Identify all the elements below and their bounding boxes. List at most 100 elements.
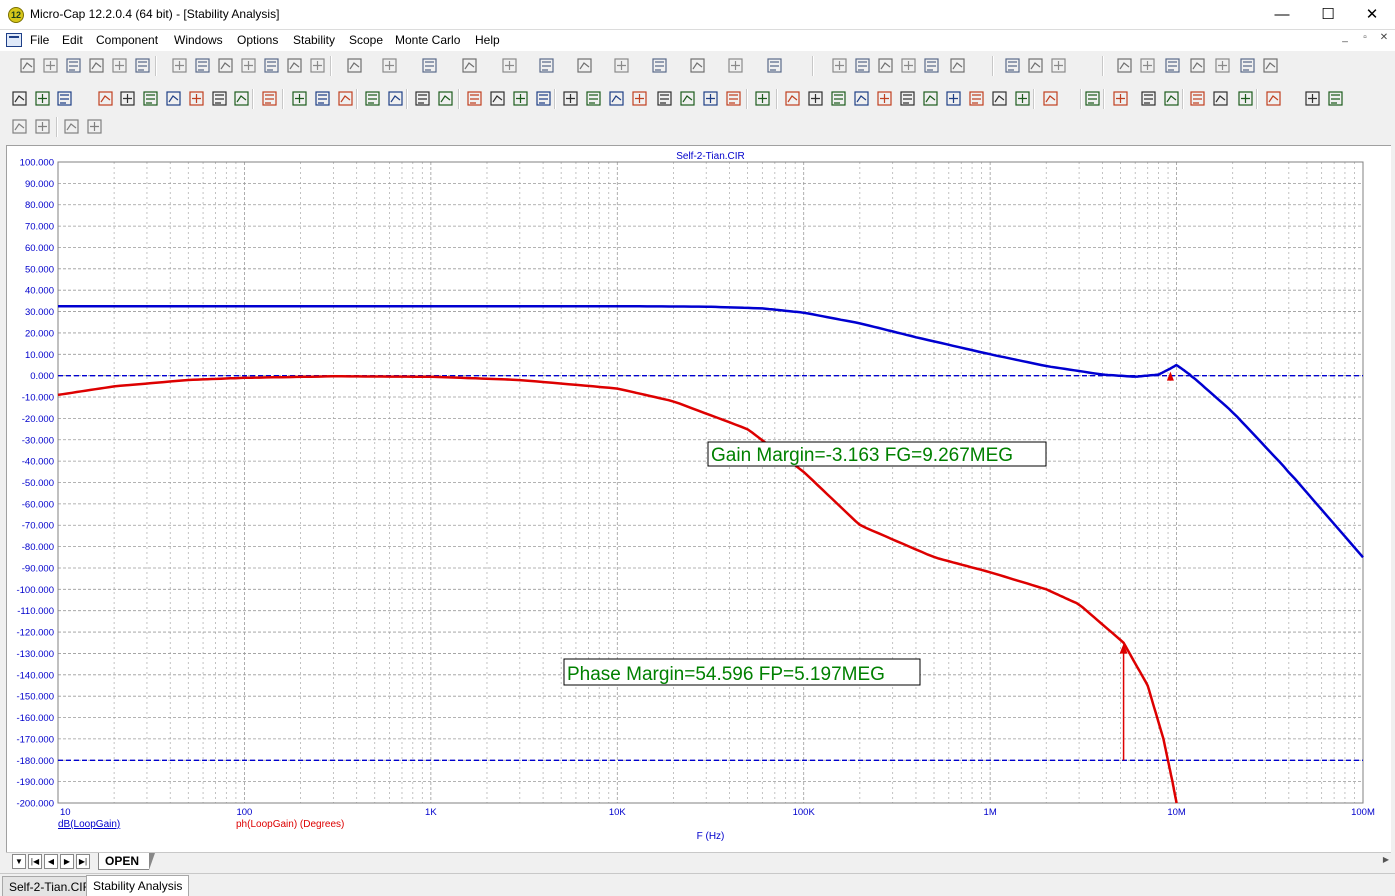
stability-plot[interactable]: 100.00090.00080.00070.00060.00050.00040.… xyxy=(7,146,1392,853)
global-low-icon[interactable] xyxy=(921,89,941,109)
marker-icon[interactable] xyxy=(413,89,433,109)
plot-select-icon[interactable] xyxy=(630,89,650,109)
width-icon[interactable] xyxy=(1013,89,1033,109)
resistor-icon[interactable] xyxy=(380,56,400,76)
align-right-icon[interactable] xyxy=(33,117,53,137)
bode-icon[interactable] xyxy=(1261,56,1281,76)
probe-icon[interactable] xyxy=(765,56,785,76)
gain-curve[interactable] xyxy=(58,304,1364,559)
run-icon[interactable] xyxy=(290,89,310,109)
transistor-icon[interactable] xyxy=(537,56,557,76)
menu-scope[interactable]: Scope xyxy=(349,33,383,47)
file-icon[interactable] xyxy=(1003,56,1023,76)
stability-plot-icon[interactable] xyxy=(1238,56,1258,76)
menu-file[interactable]: File xyxy=(30,33,49,47)
distribute-h-icon[interactable] xyxy=(85,117,105,137)
redo-icon[interactable] xyxy=(193,56,213,76)
phase-margin-label[interactable]: Phase Margin=54.596 FP=5.197MEG xyxy=(567,664,885,685)
window-vertical-icon[interactable] xyxy=(899,56,919,76)
zoom-out-plot-icon[interactable] xyxy=(678,89,698,109)
tag-point-icon[interactable] xyxy=(1162,89,1182,109)
mdi-close-button[interactable]: ✕ xyxy=(1375,32,1393,48)
properties-icon[interactable] xyxy=(260,89,280,109)
zoom-in-plot-icon[interactable] xyxy=(655,89,675,109)
zoom-in-icon[interactable] xyxy=(1188,89,1208,109)
source-icon[interactable] xyxy=(726,56,746,76)
list-icon[interactable] xyxy=(1083,89,1103,109)
capacitor-icon[interactable] xyxy=(420,56,440,76)
wrench-icon[interactable] xyxy=(1188,56,1208,76)
low-icon[interactable] xyxy=(852,89,872,109)
tag-text-icon[interactable] xyxy=(1139,89,1159,109)
cursor-left-icon[interactable] xyxy=(363,89,383,109)
zoom-xy-icon[interactable] xyxy=(187,89,207,109)
save-as-icon[interactable] xyxy=(87,56,107,76)
copy-icon[interactable] xyxy=(239,56,259,76)
window-cascade-icon[interactable] xyxy=(830,56,850,76)
global-high-icon[interactable] xyxy=(898,89,918,109)
delete-icon[interactable] xyxy=(285,56,305,76)
close-button[interactable]: ✕ xyxy=(1349,0,1395,30)
split-v-icon[interactable] xyxy=(584,89,604,109)
app-icon[interactable]: 12 xyxy=(8,7,24,23)
hand-icon[interactable] xyxy=(33,89,53,109)
new-icon[interactable] xyxy=(18,56,38,76)
gain-margin-label[interactable]: Gain Margin=-3.163 FG=9.267MEG xyxy=(711,445,1013,466)
wire-icon[interactable] xyxy=(688,56,708,76)
calculator-icon[interactable] xyxy=(948,56,968,76)
scale-icon[interactable] xyxy=(55,89,75,109)
image-icon[interactable] xyxy=(1026,56,1046,76)
document-window-icon[interactable] xyxy=(6,33,22,47)
menu-monte-carlo[interactable]: Monte Carlo xyxy=(395,33,460,47)
tools-icon[interactable] xyxy=(1115,56,1135,76)
cut-icon[interactable] xyxy=(216,56,236,76)
formula-icon[interactable] xyxy=(210,89,230,109)
waveform-4-icon[interactable] xyxy=(534,89,554,109)
stop-icon[interactable] xyxy=(313,89,333,109)
plot-icon[interactable] xyxy=(1213,56,1233,76)
align-left-icon[interactable] xyxy=(10,117,30,137)
nav-menu-button[interactable]: ▼ xyxy=(12,854,26,869)
nav-prev-button[interactable]: ◀ xyxy=(44,854,58,869)
zoom-reset-icon[interactable] xyxy=(724,89,744,109)
window-single-icon[interactable] xyxy=(922,56,942,76)
menu-edit[interactable]: Edit xyxy=(62,33,83,47)
waveform-2-icon[interactable] xyxy=(488,89,508,109)
menu-stability[interactable]: Stability xyxy=(293,33,335,47)
opamp-icon[interactable] xyxy=(612,56,632,76)
top-icon[interactable] xyxy=(990,89,1010,109)
split-h-icon[interactable] xyxy=(561,89,581,109)
tab-self-2-tian-cir[interactable]: Self-2-Tian.CIR xyxy=(2,876,99,896)
waveform-1-icon[interactable] xyxy=(465,89,485,109)
valley-icon[interactable] xyxy=(806,89,826,109)
window-horizontal-icon[interactable] xyxy=(876,56,896,76)
font-icon[interactable] xyxy=(1303,89,1323,109)
distribute-v-icon[interactable] xyxy=(62,117,82,137)
paste-icon[interactable] xyxy=(262,56,282,76)
pointer-icon[interactable] xyxy=(10,89,30,109)
bottom-icon[interactable] xyxy=(967,89,987,109)
inductor-icon[interactable] xyxy=(460,56,480,76)
options-icon[interactable] xyxy=(1163,56,1183,76)
zoom-y-icon[interactable] xyxy=(164,89,184,109)
pause-icon[interactable] xyxy=(336,89,356,109)
scroll-right-icon[interactable]: ▶ xyxy=(1383,855,1389,864)
mosfet-icon[interactable] xyxy=(575,56,595,76)
grid-icon[interactable] xyxy=(1138,56,1158,76)
menu-component[interactable]: Component xyxy=(96,33,158,47)
legend-gain[interactable]: dB(LoopGain) xyxy=(58,819,120,830)
battery-icon[interactable] xyxy=(650,56,670,76)
select-all-icon[interactable] xyxy=(308,56,328,76)
print-icon[interactable] xyxy=(133,56,153,76)
nav-last-button[interactable]: ▶| xyxy=(76,854,90,869)
tag-icon[interactable] xyxy=(1111,89,1131,109)
mdi-minimize-button[interactable]: _ xyxy=(1336,32,1354,48)
waveform-3-icon[interactable] xyxy=(511,89,531,109)
diode-icon[interactable] xyxy=(500,56,520,76)
text-icon[interactable] xyxy=(232,89,252,109)
scale-plot-icon[interactable] xyxy=(607,89,627,109)
cursor-right-icon[interactable] xyxy=(386,89,406,109)
copy-plot-icon[interactable] xyxy=(753,89,773,109)
window-tile-icon[interactable] xyxy=(853,56,873,76)
zoom-region-icon[interactable] xyxy=(701,89,721,109)
